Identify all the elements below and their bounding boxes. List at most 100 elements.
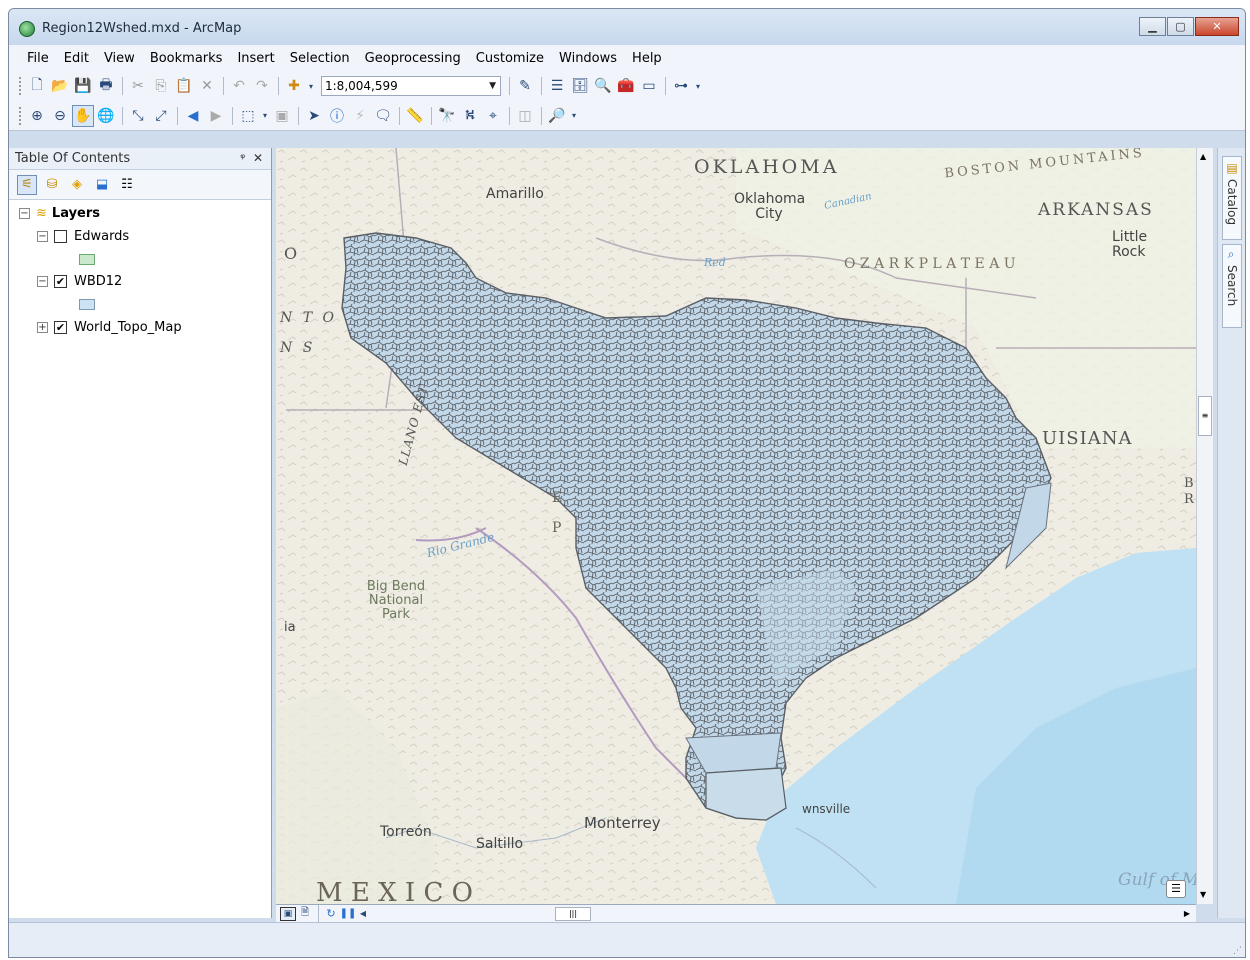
menu-selection[interactable]: Selection xyxy=(290,51,350,66)
menu-help[interactable]: Help xyxy=(632,51,662,66)
edwards-symbol-swatch[interactable] xyxy=(79,254,95,265)
toolbar-grip[interactable] xyxy=(19,77,22,95)
select-features-icon[interactable]: ⬚ xyxy=(237,105,259,127)
scroll-up-icon[interactable]: ▲ xyxy=(1200,152,1206,161)
resize-grip-icon[interactable]: ⋰ xyxy=(1233,946,1242,956)
forward-extent-icon[interactable]: ▶ xyxy=(205,105,227,127)
toolbar-options-icon[interactable]: ▾ xyxy=(693,75,703,97)
scroll-thumb[interactable]: ||| xyxy=(555,906,591,921)
map-label-red-river: Red xyxy=(704,256,726,269)
cut-icon[interactable]: ✂ xyxy=(127,75,149,97)
pan-icon[interactable]: ✋ xyxy=(72,104,94,127)
identify-icon[interactable]: ⓘ xyxy=(326,105,348,127)
editor-toolbar-icon[interactable]: ✎ xyxy=(514,75,536,97)
chevron-down-icon[interactable]: ▼ xyxy=(489,81,496,91)
copy-icon[interactable]: ⎘ xyxy=(150,75,172,97)
magnifier-window-icon[interactable]: 🔎 xyxy=(546,105,568,127)
map-scale-combobox[interactable]: 1:8,004,599 ▼ xyxy=(321,76,501,96)
list-by-selection-icon[interactable]: ⬓ xyxy=(92,175,112,195)
map-tips-icon[interactable]: ☰ xyxy=(1166,880,1186,898)
open-icon[interactable]: 📂 xyxy=(49,75,71,97)
add-data-icon[interactable]: ✚ xyxy=(283,75,305,97)
toolbar-options-icon[interactable]: ▾ xyxy=(569,105,579,127)
full-extent-icon[interactable]: 🌐 xyxy=(95,105,117,127)
go-to-xy-icon[interactable]: ⌖ xyxy=(482,105,504,127)
close-button[interactable]: ✕ xyxy=(1195,17,1239,36)
wbd12-coastal-unit[interactable] xyxy=(705,767,787,821)
refresh-icon[interactable]: ↻ xyxy=(323,907,339,921)
find-icon[interactable]: 🔭 xyxy=(436,105,458,127)
layer-world-topo-map[interactable]: + ✔ World_Topo_Map xyxy=(37,320,182,335)
pause-drawing-icon[interactable]: ❚❚ xyxy=(340,907,357,921)
map-horizontal-scrollbar[interactable]: ||| ▶ xyxy=(370,906,1192,921)
collapse-icon[interactable]: − xyxy=(37,276,48,287)
catalog-dock-tab[interactable]: ▤ Catalog xyxy=(1222,156,1242,240)
find-route-icon[interactable]: ⛕ xyxy=(459,105,481,127)
map-display[interactable]: OKLAHOMA Amarillo Oklahoma City Canadian… xyxy=(276,148,1196,904)
wbd12-symbol-swatch[interactable] xyxy=(79,299,95,310)
scroll-left-icon[interactable]: ◀ xyxy=(357,907,369,921)
python-window-icon[interactable]: ▭ xyxy=(638,75,660,97)
map-label-fragment: P xyxy=(552,520,562,536)
minimize-button[interactable]: ▁ xyxy=(1139,17,1166,36)
toolbar-grip[interactable] xyxy=(19,106,22,125)
layer-edwards[interactable]: − Edwards xyxy=(37,229,129,244)
list-by-visibility-icon[interactable]: ◈ xyxy=(67,175,87,195)
chevron-down-icon[interactable]: ▾ xyxy=(260,105,270,127)
list-by-source-icon[interactable]: ⛁ xyxy=(42,175,62,195)
zoom-out-icon[interactable]: ⊖ xyxy=(49,105,71,127)
save-icon[interactable]: 💾 xyxy=(72,75,94,97)
layers-root[interactable]: − ≋ Layers xyxy=(19,206,100,221)
collapse-icon[interactable]: − xyxy=(19,208,30,219)
undo-icon[interactable]: ↶ xyxy=(228,75,250,97)
list-by-drawing-order-icon[interactable]: ⚟ xyxy=(17,174,37,195)
scroll-down-icon[interactable]: ▼ xyxy=(1200,890,1206,899)
maximize-button[interactable]: ▢ xyxy=(1167,17,1194,36)
collapse-icon[interactable]: − xyxy=(37,231,48,242)
measure-icon[interactable]: 📏 xyxy=(404,105,426,127)
pin-icon[interactable]: ᵠ xyxy=(240,151,245,165)
menu-customize[interactable]: Customize xyxy=(476,51,544,66)
redo-icon[interactable]: ↷ xyxy=(251,75,273,97)
layer-visibility-checkbox[interactable]: ✔ xyxy=(54,321,67,334)
data-view-icon[interactable]: ▣ xyxy=(280,906,296,921)
expand-icon[interactable]: + xyxy=(37,322,48,333)
layout-view-icon[interactable]: 🗎 xyxy=(297,907,313,921)
fixed-zoom-out-icon[interactable]: ⤢ xyxy=(150,105,172,127)
close-icon[interactable]: ✕ xyxy=(253,151,263,165)
menu-file[interactable]: File xyxy=(27,51,49,66)
options-icon[interactable]: ☷ xyxy=(117,175,137,195)
modelbuilder-icon[interactable]: ⊶ xyxy=(670,75,692,97)
menu-view[interactable]: View xyxy=(104,51,135,66)
table-of-contents-icon[interactable]: ☰ xyxy=(546,75,568,97)
menu-edit[interactable]: Edit xyxy=(64,51,89,66)
zoom-in-icon[interactable]: ⊕ xyxy=(26,105,48,127)
html-popup-icon[interactable]: 🗨 xyxy=(372,105,394,127)
time-slider-icon[interactable]: ◫ xyxy=(514,105,536,127)
map-vertical-scrollbar[interactable]: ▲ ≡ ▼ xyxy=(1196,148,1213,904)
toc-header: Table Of Contents ᵠ ✕ xyxy=(9,148,271,170)
fixed-zoom-in-icon[interactable]: ⤡ xyxy=(127,105,149,127)
search-window-icon[interactable]: 🔍 xyxy=(592,75,614,97)
menu-geoprocessing[interactable]: Geoprocessing xyxy=(365,51,461,66)
delete-icon[interactable]: ✕ xyxy=(196,75,218,97)
chevron-down-icon[interactable]: ▾ xyxy=(306,75,316,97)
layer-visibility-checkbox[interactable] xyxy=(54,230,67,243)
search-dock-tab[interactable]: ⌕ Search xyxy=(1222,244,1242,328)
select-elements-icon[interactable]: ➤ xyxy=(303,105,325,127)
scroll-thumb[interactable]: ≡ xyxy=(1198,396,1212,436)
menu-windows[interactable]: Windows xyxy=(559,51,617,66)
menu-insert[interactable]: Insert xyxy=(237,51,274,66)
clear-selection-icon[interactable]: ▣ xyxy=(271,105,293,127)
paste-icon[interactable]: 📋 xyxy=(173,75,195,97)
print-icon[interactable]: 🖶 xyxy=(95,75,117,97)
back-extent-icon[interactable]: ◀ xyxy=(182,105,204,127)
arctoolbox-icon[interactable]: 🧰 xyxy=(615,75,637,97)
scroll-right-icon[interactable]: ▶ xyxy=(1184,909,1190,918)
new-icon[interactable]: 🗋 xyxy=(26,75,48,97)
menu-bookmarks[interactable]: Bookmarks xyxy=(150,51,223,66)
catalog-window-icon[interactable]: 🗄 xyxy=(569,75,591,97)
hyperlink-icon[interactable]: ⚡ xyxy=(349,105,371,127)
layer-visibility-checkbox[interactable]: ✔ xyxy=(54,275,67,288)
layer-wbd12[interactable]: − ✔ WBD12 xyxy=(37,274,122,289)
